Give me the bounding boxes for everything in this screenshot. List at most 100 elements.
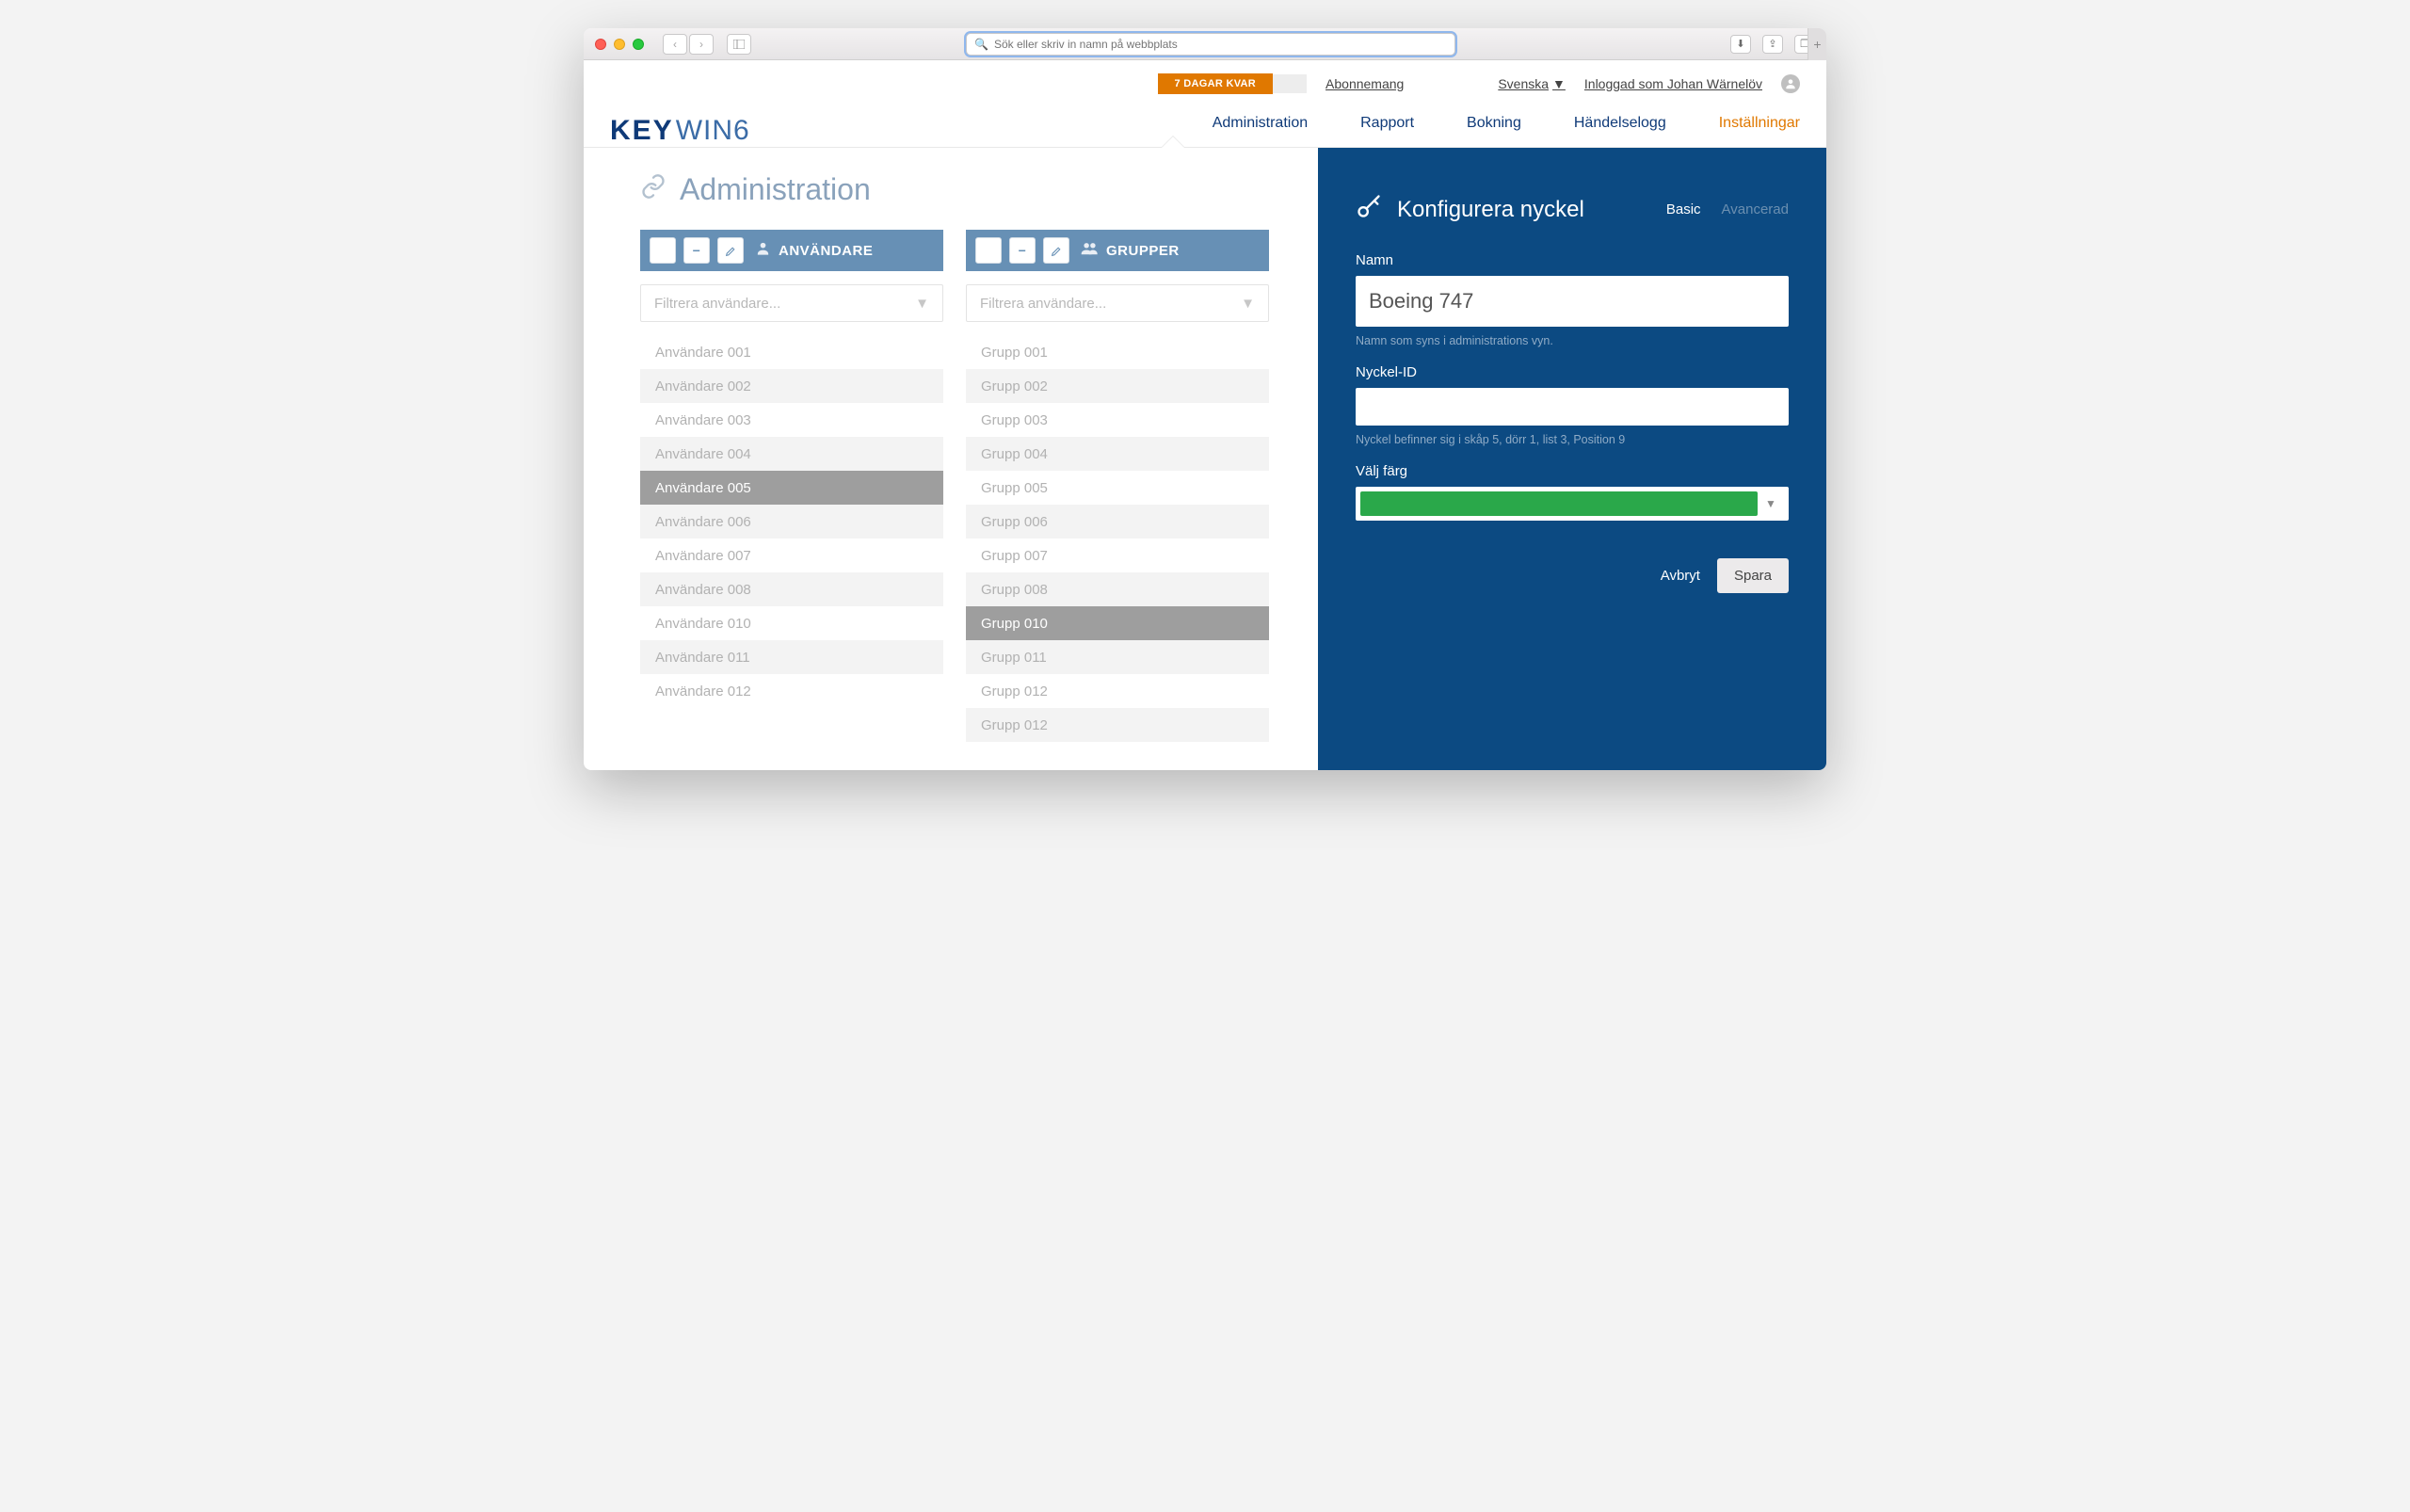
groups-edit-button[interactable] xyxy=(1043,237,1069,264)
sidebar-toggle-button[interactable] xyxy=(727,34,751,55)
url-input[interactable] xyxy=(994,38,1447,51)
groups-remove-button[interactable]: − xyxy=(1009,237,1036,264)
users-remove-button[interactable]: − xyxy=(683,237,710,264)
key-id-input[interactable] xyxy=(1356,388,1789,426)
new-tab-button[interactable]: + xyxy=(1808,28,1826,60)
titlebar: ‹ › 🔍 ⬇ ⇪ ❐ + xyxy=(584,28,1826,60)
list-item[interactable]: Användare 003 xyxy=(640,403,943,437)
avatar[interactable] xyxy=(1781,74,1800,93)
groups-header-label: GRUPPER xyxy=(1106,243,1180,259)
trial-progress-empty xyxy=(1273,74,1307,93)
list-item[interactable]: Grupp 012 xyxy=(966,708,1269,742)
trial-days-badge: 7 DAGAR KVAR xyxy=(1158,73,1274,94)
titlebar-right: ⬇ ⇪ ❐ xyxy=(1730,35,1815,54)
save-button[interactable]: Spara xyxy=(1717,558,1789,593)
forward-button[interactable]: › xyxy=(689,34,714,55)
active-tab-indicator xyxy=(1162,137,1184,148)
chevron-down-icon: ▼ xyxy=(1241,296,1255,312)
list-item[interactable]: Grupp 010 xyxy=(966,606,1269,640)
list-item[interactable]: Användare 004 xyxy=(640,437,943,471)
list-item[interactable]: Användare 008 xyxy=(640,572,943,606)
meta-row: 7 DAGAR KVAR Abonnemang Svenska ▼ Inlogg… xyxy=(610,73,1800,104)
nav-installningar[interactable]: Inställningar xyxy=(1719,115,1800,132)
list-item[interactable]: Grupp 012 xyxy=(966,674,1269,708)
key-icon xyxy=(1356,193,1382,226)
list-item[interactable]: Grupp 004 xyxy=(966,437,1269,471)
cancel-button[interactable]: Avbryt xyxy=(1661,568,1700,584)
list-item[interactable]: Grupp 002 xyxy=(966,369,1269,403)
drawer-title-text: Konfigurera nyckel xyxy=(1397,197,1584,223)
list-item[interactable]: Användare 002 xyxy=(640,369,943,403)
color-label: Välj färg xyxy=(1356,463,1789,479)
list-item[interactable]: Grupp 003 xyxy=(966,403,1269,437)
color-select[interactable]: ▼ xyxy=(1356,487,1789,521)
groups-add-button[interactable] xyxy=(975,237,1002,264)
list-item[interactable]: Grupp 005 xyxy=(966,471,1269,505)
name-label: Namn xyxy=(1356,252,1789,268)
users-add-button[interactable] xyxy=(650,237,676,264)
chevron-down-icon: ▼ xyxy=(915,296,929,312)
fullscreen-window-button[interactable] xyxy=(633,39,644,50)
groups-list: Grupp 001Grupp 002Grupp 003Grupp 004Grup… xyxy=(966,335,1269,742)
logo-part1: KEY xyxy=(610,115,674,147)
list-item[interactable]: Användare 006 xyxy=(640,505,943,539)
list-item[interactable]: Användare 012 xyxy=(640,674,943,708)
search-icon: 🔍 xyxy=(974,38,988,51)
name-hint: Namn som syns i administrations vyn. xyxy=(1356,334,1789,347)
groups-filter-placeholder: Filtrera användare... xyxy=(980,296,1106,312)
language-label: Svenska xyxy=(1498,76,1549,91)
close-window-button[interactable] xyxy=(595,39,606,50)
chevron-down-icon: ▼ xyxy=(1758,497,1784,510)
share-button[interactable]: ⇪ xyxy=(1762,35,1783,54)
app-body: Administration − ANVÄNDARE xyxy=(584,148,1826,770)
minimize-window-button[interactable] xyxy=(614,39,625,50)
users-filter[interactable]: Filtrera användare... ▼ xyxy=(640,284,943,322)
trial-banner: 7 DAGAR KVAR xyxy=(1158,73,1308,94)
url-bar[interactable]: 🔍 xyxy=(966,33,1455,56)
key-id-hint: Nyckel befinner sig i skåp 5, dörr 1, li… xyxy=(1356,433,1789,446)
list-item[interactable]: Användare 010 xyxy=(640,606,943,640)
list-item[interactable]: Användare 007 xyxy=(640,539,943,572)
link-icon xyxy=(640,173,667,206)
color-swatch xyxy=(1360,491,1758,516)
list-item[interactable]: Grupp 001 xyxy=(966,335,1269,369)
list-item[interactable]: Grupp 008 xyxy=(966,572,1269,606)
drawer-header: Konfigurera nyckel Basic Avancerad xyxy=(1356,193,1789,226)
users-column: − ANVÄNDARE Filtrera användare... ▼ xyxy=(640,230,943,742)
list-item[interactable]: Användare 005 xyxy=(640,471,943,505)
browser-window: ‹ › 🔍 ⬇ ⇪ ❐ + 7 DAGAR KVAR Abonnemang Sv… xyxy=(584,28,1826,770)
nav-administration[interactable]: Administration xyxy=(1213,115,1308,132)
list-item[interactable]: Grupp 007 xyxy=(966,539,1269,572)
users-header-label: ANVÄNDARE xyxy=(779,243,873,259)
key-id-label: Nyckel-ID xyxy=(1356,364,1789,380)
back-button[interactable]: ‹ xyxy=(663,34,687,55)
downloads-button[interactable]: ⬇ xyxy=(1730,35,1751,54)
users-header: − ANVÄNDARE xyxy=(640,230,943,271)
users-filter-placeholder: Filtrera användare... xyxy=(654,296,780,312)
list-item[interactable]: Användare 011 xyxy=(640,640,943,674)
list-item[interactable]: Grupp 011 xyxy=(966,640,1269,674)
groups-filter[interactable]: Filtrera användare... ▼ xyxy=(966,284,1269,322)
nav-buttons: ‹ › xyxy=(663,34,714,55)
language-selector[interactable]: Svenska ▼ xyxy=(1498,76,1566,91)
name-input[interactable] xyxy=(1356,276,1789,327)
users-list: Användare 001Användare 002Användare 003A… xyxy=(640,335,943,708)
nav-rapport[interactable]: Rapport xyxy=(1360,115,1414,132)
page-title: Administration xyxy=(680,172,871,207)
main-nav: KEYWIN6 Administration Rapport Bokning H… xyxy=(584,104,1826,148)
drawer-tab-basic[interactable]: Basic xyxy=(1666,201,1701,217)
nav-handelselogg[interactable]: Händelselogg xyxy=(1574,115,1666,132)
groups-column: − GRUPPER Filtrera användare... ▼ xyxy=(966,230,1269,742)
users-edit-button[interactable] xyxy=(717,237,744,264)
list-item[interactable]: Grupp 006 xyxy=(966,505,1269,539)
list-item[interactable]: Användare 001 xyxy=(640,335,943,369)
drawer-tab-advanced[interactable]: Avancerad xyxy=(1722,201,1789,217)
logged-in-user-link[interactable]: Inloggad som Johan Wärnelöv xyxy=(1584,76,1762,91)
configure-key-drawer: Konfigurera nyckel Basic Avancerad Namn … xyxy=(1318,148,1826,770)
groups-header: − GRUPPER xyxy=(966,230,1269,271)
group-icon xyxy=(1081,240,1099,261)
window-controls xyxy=(595,39,644,50)
subscription-link[interactable]: Abonnemang xyxy=(1326,76,1404,91)
nav-bokning[interactable]: Bokning xyxy=(1467,115,1521,132)
logo-part2: WIN6 xyxy=(676,115,750,147)
